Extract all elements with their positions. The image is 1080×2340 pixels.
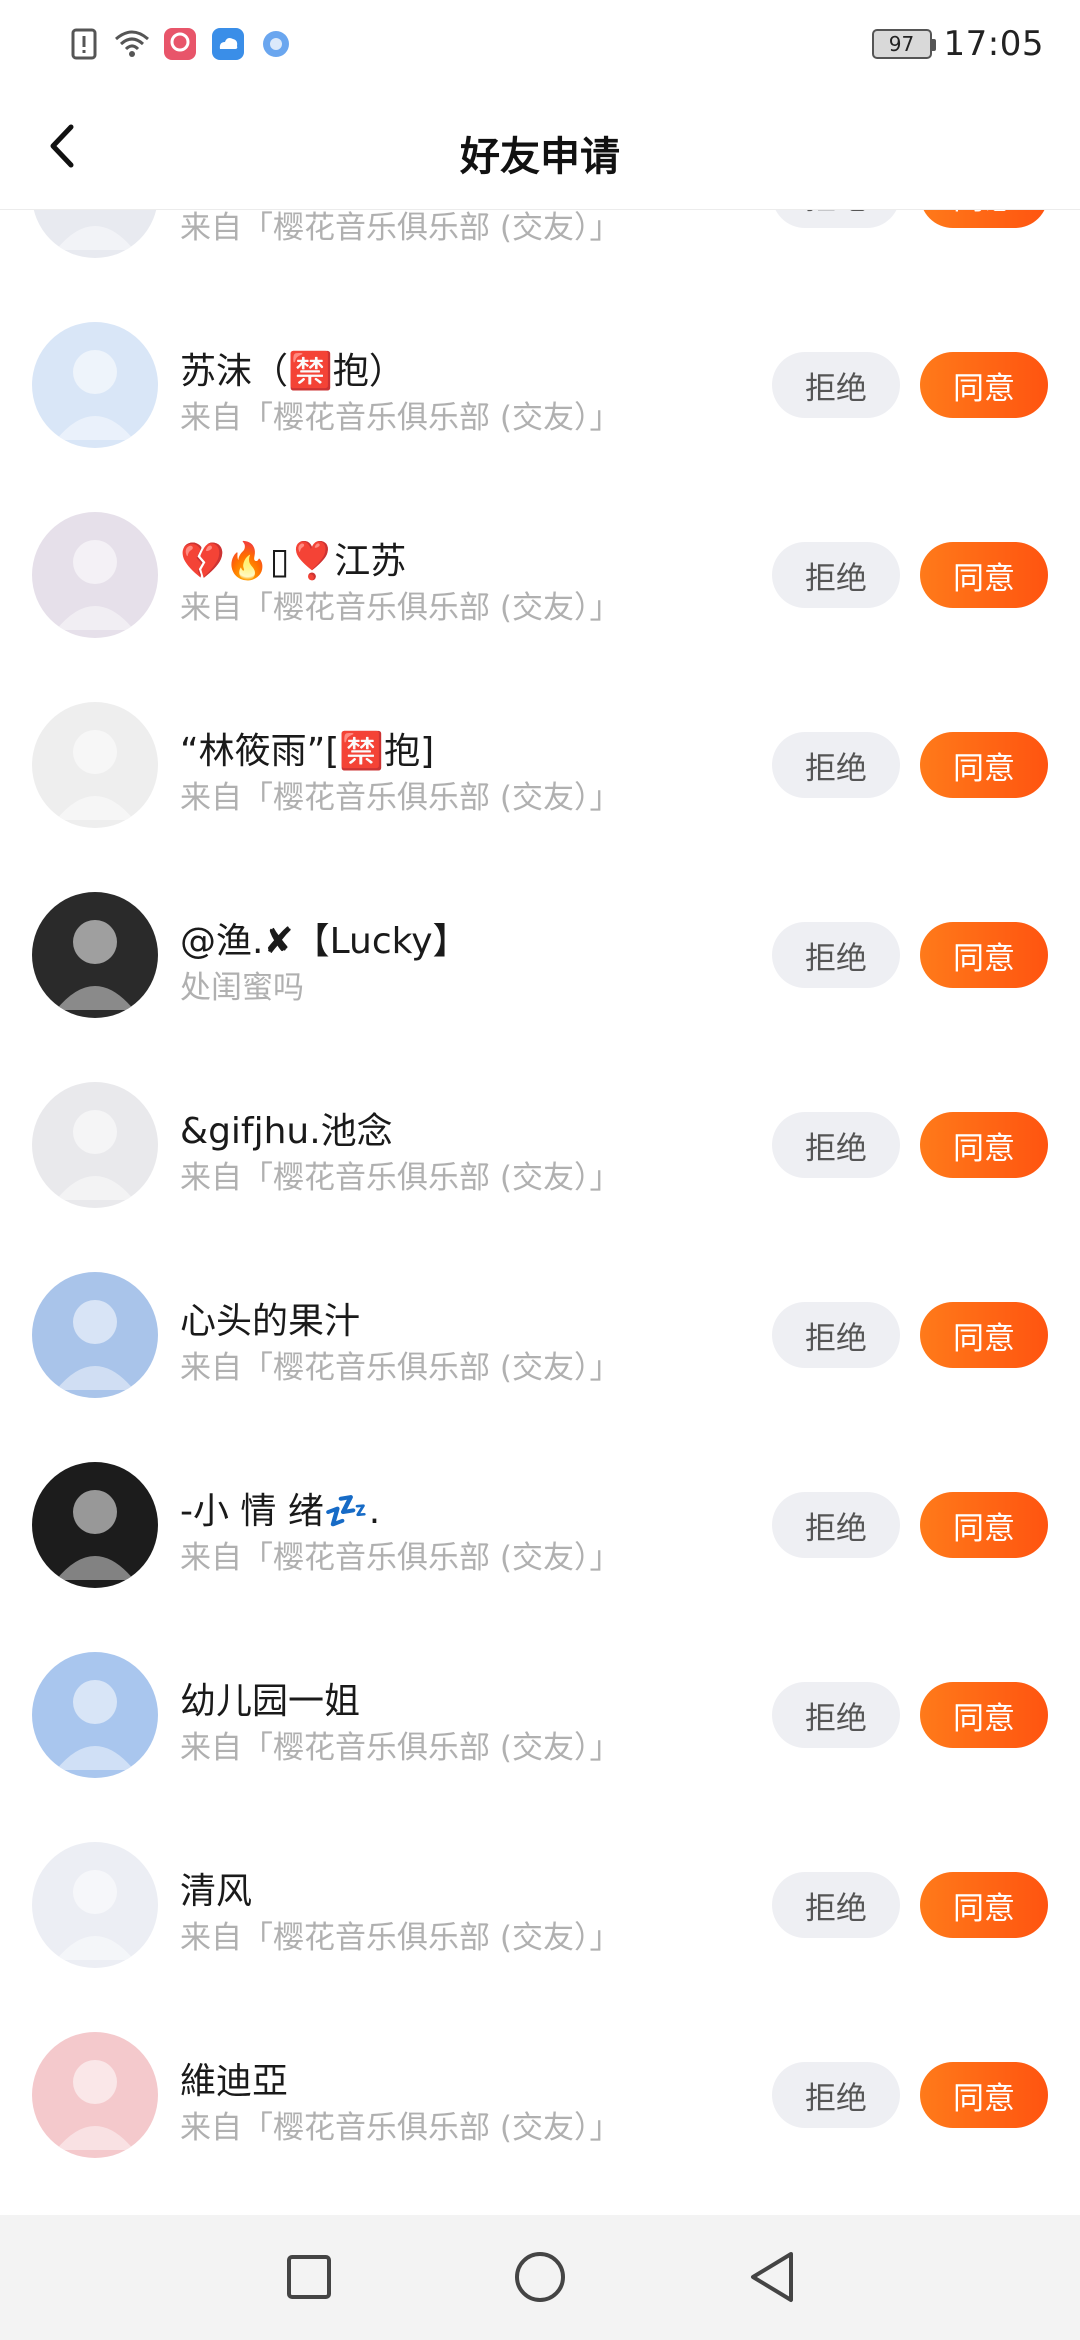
reject-button[interactable]: 拒绝 (772, 1682, 900, 1748)
friend-request-row: 維迪亞来自「樱花音乐俱乐部 (交友）」 拒绝 同意 (0, 2000, 1080, 2190)
request-source: 来自「樱花音乐俱乐部 (交友）」 (180, 1160, 621, 1196)
request-source: 来自「樱花音乐俱乐部 (交友）」 (180, 1350, 621, 1386)
request-source: 来自「樱花音乐俱乐部 (交友）」 (180, 780, 621, 816)
home-button[interactable] (508, 2247, 572, 2311)
request-source: 来自「樱花音乐俱乐部 (交友）」 (180, 1730, 621, 1766)
accept-button[interactable]: 同意 (920, 352, 1048, 418)
requester-name[interactable]: @渔.✘【Lucky】 (180, 912, 740, 964)
avatar[interactable] (32, 1082, 158, 1208)
accept-button[interactable]: 同意 (920, 1112, 1048, 1178)
friend-request-row: @渔.✘【Lucky】处闺蜜吗 拒绝 同意 (0, 860, 1080, 1050)
friend-request-row: 心头的果汁来自「樱花音乐俱乐部 (交友）」 拒绝 同意 (0, 1240, 1080, 1430)
friend-request-list[interactable]: 阿森来自「樱花音乐俱乐部 (交友）」拒绝同意苏沫（🈲抱）来自「樱花音乐俱乐部 (… (0, 210, 1080, 2215)
accept-button[interactable]: 同意 (920, 1872, 1048, 1938)
request-source: 来自「樱花音乐俱乐部 (交友）」 (180, 400, 621, 436)
friend-request-row: 清风来自「樱花音乐俱乐部 (交友）」 拒绝 同意 (0, 1810, 1080, 2000)
avatar[interactable] (32, 1842, 158, 1968)
request-source: 来自「樱花音乐俱乐部 (交友）」 (180, 1920, 621, 1956)
friend-request-row: 苏沫（🈲抱） 来自「樱花音乐俱乐部 (交友）」 拒绝 同意 (0, 290, 1080, 480)
accept-button[interactable]: 同意 (920, 210, 1048, 228)
avatar[interactable] (32, 2032, 158, 2158)
browser-icon (258, 26, 294, 62)
avatar[interactable] (32, 210, 158, 258)
recents-button[interactable] (277, 2247, 341, 2311)
alert-icon (66, 26, 102, 62)
requester-name[interactable]: 心头的果汁 (180, 1292, 740, 1344)
accept-button[interactable]: 同意 (920, 2062, 1048, 2128)
reject-button[interactable]: 拒绝 (772, 922, 900, 988)
requester-name[interactable]: 苏沫（🈲抱） (180, 342, 740, 394)
battery-indicator: 97 (871, 29, 936, 59)
accept-button[interactable]: 同意 (920, 732, 1048, 798)
back-nav-button[interactable] (740, 2247, 804, 2311)
friend-request-row: 幼儿园一姐来自「樱花音乐俱乐部 (交友）」 拒绝 同意 (0, 1620, 1080, 1810)
reject-button[interactable]: 拒绝 (772, 1872, 900, 1938)
friend-request-row: 阿森来自「樱花音乐俱乐部 (交友）」拒绝同意 (0, 210, 1080, 290)
reject-button[interactable]: 拒绝 (772, 210, 900, 228)
request-source: 来自「樱花音乐俱乐部 (交友）」 (180, 210, 621, 246)
reject-button[interactable]: 拒绝 (772, 1302, 900, 1368)
friend-request-row: 💔🔥▯❣️江苏来自「樱花音乐俱乐部 (交友）」 拒绝 同意 (0, 480, 1080, 670)
reject-button[interactable]: 拒绝 (772, 2062, 900, 2128)
square-recents-icon (286, 2254, 332, 2304)
requester-name[interactable]: 💔🔥▯❣️江苏 (180, 532, 740, 584)
friend-request-row: -小 情 绪💤. 来自「樱花音乐俱乐部 (交友）」 拒绝 同意 (0, 1430, 1080, 1620)
requester-name[interactable]: 維迪亞 (180, 2052, 740, 2104)
app-notification-icon (162, 26, 198, 62)
top-app-bar: 好友申请 (0, 88, 1080, 210)
requester-name[interactable]: “林筱雨”[🈲抱] (180, 722, 740, 774)
avatar[interactable] (32, 322, 158, 448)
accept-button[interactable]: 同意 (920, 1302, 1048, 1368)
reject-button[interactable]: 拒绝 (772, 542, 900, 608)
status-icons-left (66, 24, 294, 64)
requester-name[interactable]: 幼儿园一姐 (180, 1672, 740, 1724)
status-bar: 97 17:05 (0, 0, 1080, 88)
friend-request-row: “林筱雨”[🈲抱] 来自「樱花音乐俱乐部 (交友）」 拒绝 同意 (0, 670, 1080, 860)
avatar[interactable] (32, 512, 158, 638)
request-source: 来自「樱花音乐俱乐部 (交友）」 (180, 1540, 621, 1576)
accept-button[interactable]: 同意 (920, 542, 1048, 608)
triangle-back-icon (747, 2250, 797, 2308)
avatar[interactable] (32, 892, 158, 1018)
reject-button[interactable]: 拒绝 (772, 732, 900, 798)
request-source: 处闺蜜吗 (180, 970, 304, 1006)
friend-request-row: &gifjhu.池念来自「樱花音乐俱乐部 (交友）」 拒绝 同意 (0, 1050, 1080, 1240)
avatar[interactable] (32, 1272, 158, 1398)
accept-button[interactable]: 同意 (920, 1682, 1048, 1748)
reject-button[interactable]: 拒绝 (772, 352, 900, 418)
requester-name[interactable]: &gifjhu.池念 (180, 1102, 740, 1154)
cloud-icon (210, 26, 246, 62)
accept-button[interactable]: 同意 (920, 1492, 1048, 1558)
avatar[interactable] (32, 1652, 158, 1778)
wifi-icon (114, 26, 150, 62)
status-icons-right: 97 17:05 (871, 22, 1044, 66)
request-source: 来自「樱花音乐俱乐部 (交友）」 (180, 2110, 621, 2146)
avatar[interactable] (32, 702, 158, 828)
accept-button[interactable]: 同意 (920, 922, 1048, 988)
requester-name[interactable]: 清风 (180, 1862, 740, 1914)
request-source: 来自「樱花音乐俱乐部 (交友）」 (180, 590, 621, 626)
requester-name[interactable]: -小 情 绪💤. (180, 1482, 740, 1534)
system-navigation-bar (0, 2215, 1080, 2340)
clock: 17:05 (943, 24, 1044, 64)
reject-button[interactable]: 拒绝 (772, 1492, 900, 1558)
circle-home-icon (513, 2250, 567, 2308)
page-title: 好友申请 (460, 134, 620, 180)
avatar[interactable] (32, 1462, 158, 1588)
reject-button[interactable]: 拒绝 (772, 1112, 900, 1178)
